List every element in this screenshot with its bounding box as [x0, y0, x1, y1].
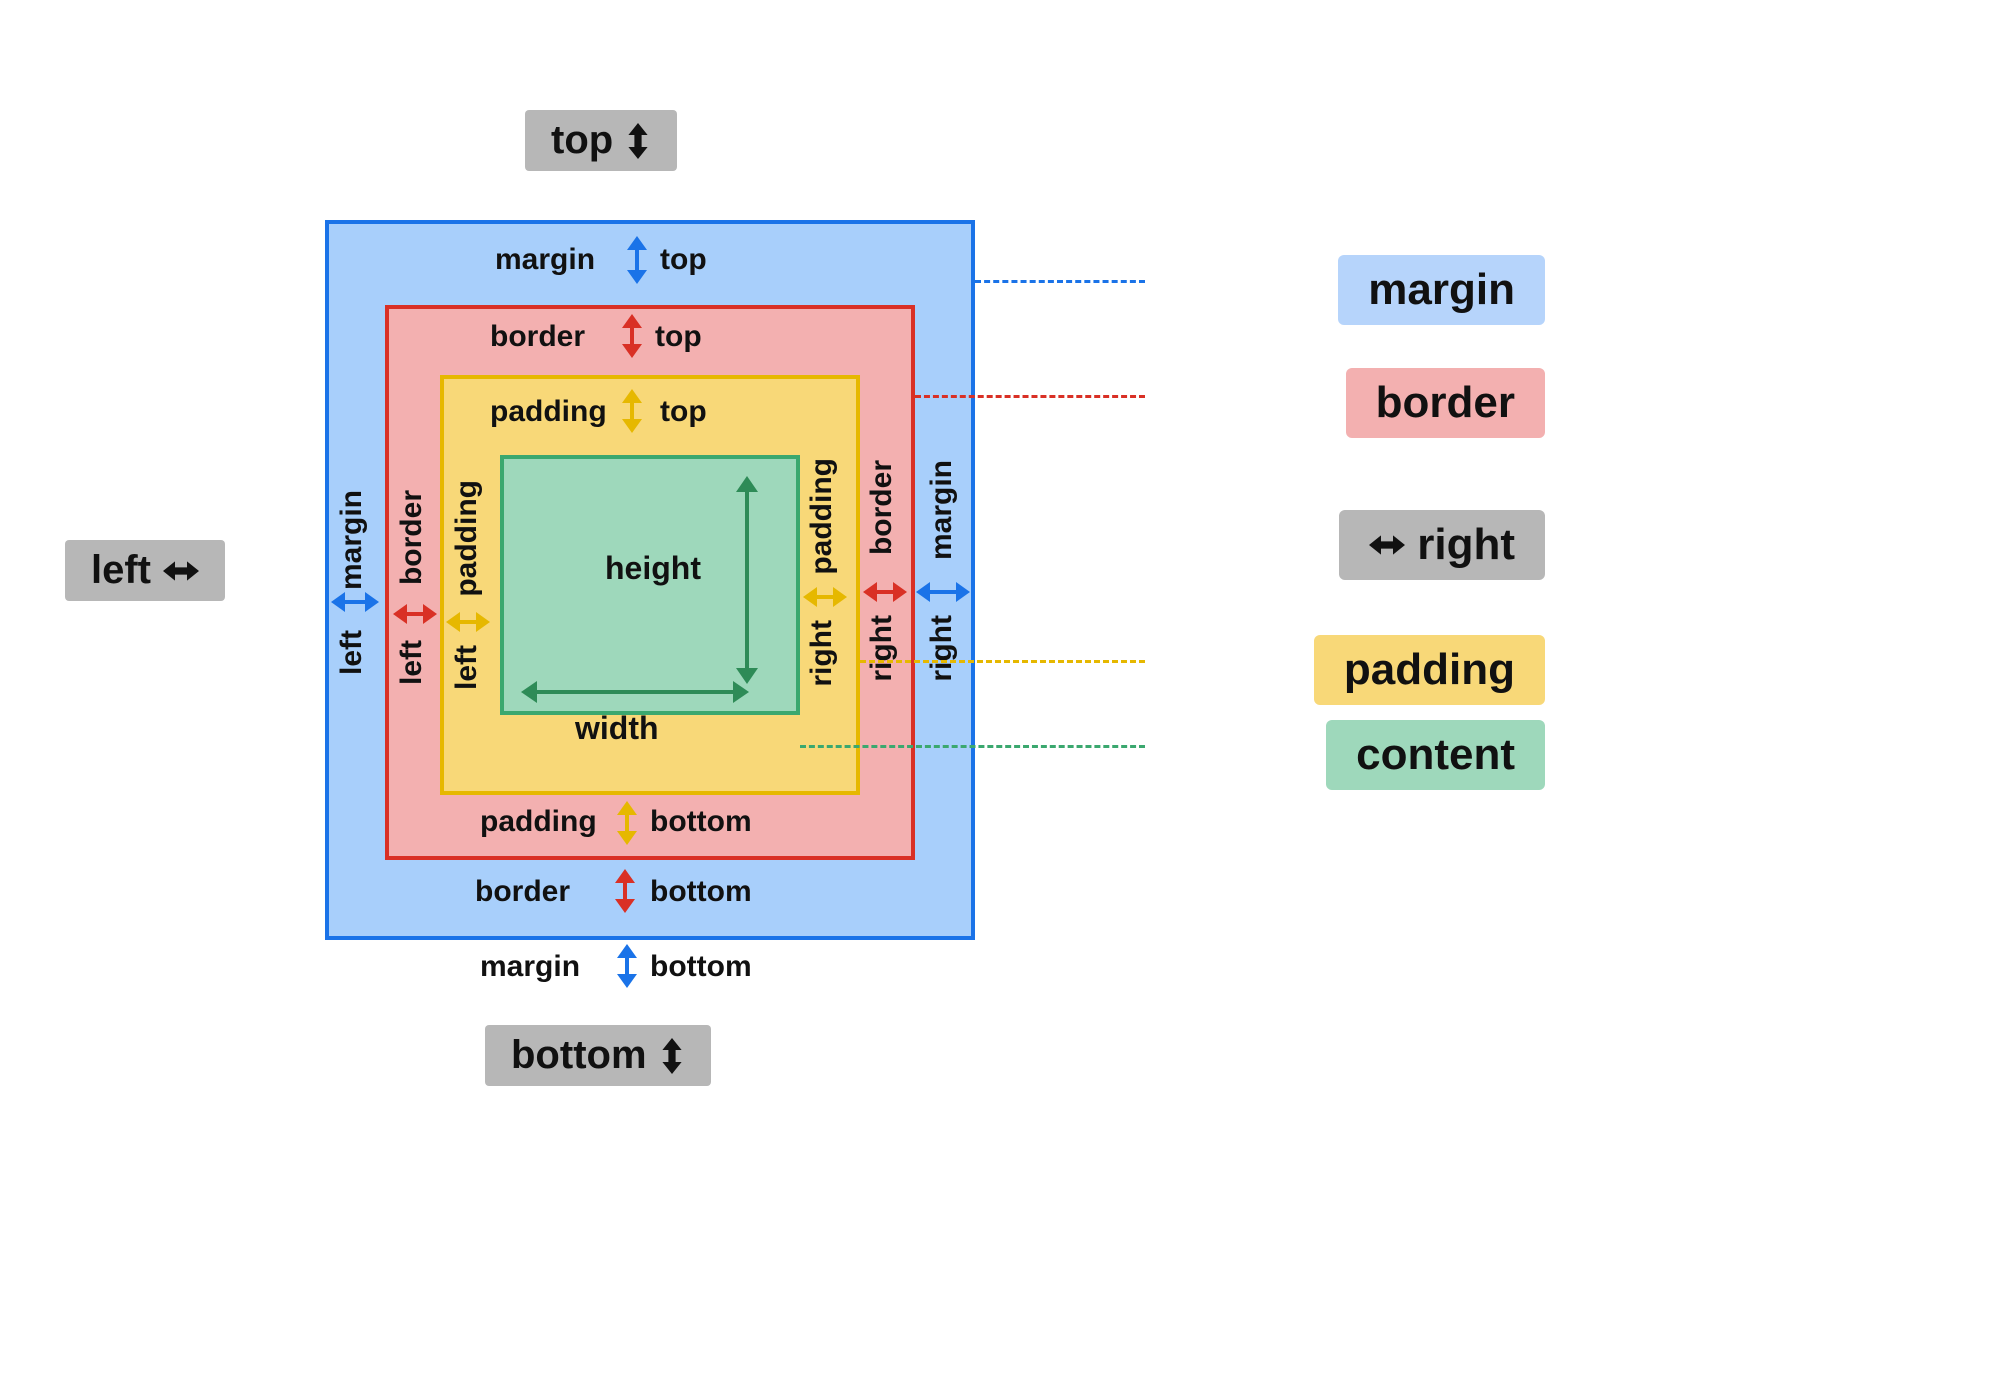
left-right-icon	[163, 558, 199, 584]
legend-content: content	[1326, 720, 1545, 790]
padding-bottom-label: padding	[480, 805, 597, 839]
margin-bottom-label: margin	[480, 950, 580, 984]
arrow-padding-right	[807, 595, 843, 599]
left-direction-text: left	[91, 548, 151, 593]
border-right-side: right	[865, 615, 899, 682]
margin-top-label: margin	[495, 243, 595, 277]
arrow-border-bottom	[623, 873, 627, 909]
legend-padding-text: padding	[1344, 645, 1515, 695]
border-left-side: left	[395, 640, 429, 685]
margin-top-side: top	[660, 243, 707, 277]
border-bottom-side: bottom	[650, 875, 752, 909]
content-height-arrow	[745, 480, 749, 680]
legend-border: border	[1346, 368, 1545, 438]
padding-bottom-side: bottom	[650, 805, 752, 839]
padding-right-side: right	[805, 620, 839, 687]
bottom-direction-text: bottom	[511, 1033, 647, 1078]
margin-right-side: right	[925, 615, 959, 682]
dash-margin	[975, 280, 1145, 283]
margin-bottom-side: bottom	[650, 950, 752, 984]
margin-right-label: margin	[925, 460, 959, 560]
padding-left-side: left	[450, 645, 484, 690]
arrow-padding-bottom	[625, 805, 629, 841]
legend-margin-text: margin	[1368, 265, 1515, 315]
left-right-icon	[1369, 532, 1405, 558]
legend-content-text: content	[1356, 730, 1515, 780]
dash-padding	[860, 660, 1145, 663]
legend-right-text: right	[1417, 520, 1515, 570]
padding-right-label: padding	[805, 458, 839, 575]
padding-left-label: padding	[450, 480, 484, 597]
arrow-margin-top	[635, 240, 639, 280]
content-width-label: width	[575, 710, 659, 747]
margin-left-label: margin	[335, 490, 369, 590]
padding-top-side: top	[660, 395, 707, 429]
legend-border-text: border	[1376, 378, 1515, 428]
bottom-direction-label: bottom	[485, 1025, 711, 1086]
border-right-label: border	[865, 460, 899, 555]
left-direction-label: left	[65, 540, 225, 601]
dash-content	[800, 745, 1145, 748]
arrow-padding-left	[450, 620, 486, 624]
legend-right: right	[1339, 510, 1545, 580]
arrow-border-left	[397, 612, 433, 616]
top-direction-text: top	[551, 118, 613, 163]
legend-margin: margin	[1338, 255, 1545, 325]
content-width-arrow	[525, 690, 745, 694]
border-top-label: border	[490, 320, 585, 354]
up-down-icon	[659, 1038, 685, 1074]
arrow-margin-right	[920, 590, 966, 594]
arrow-border-right	[867, 590, 903, 594]
arrow-border-top	[630, 318, 634, 354]
up-down-icon	[625, 123, 651, 159]
content-height-label: height	[605, 550, 701, 587]
arrow-margin-left	[335, 600, 375, 604]
legend-padding: padding	[1314, 635, 1545, 705]
border-left-label: border	[395, 490, 429, 585]
arrow-padding-top	[630, 393, 634, 429]
dash-border	[915, 395, 1145, 398]
box-model-diagram: top bottom left margin top border top pa…	[105, 60, 1425, 1170]
arrow-margin-bottom	[625, 948, 629, 984]
border-bottom-label: border	[475, 875, 570, 909]
margin-left-side: left	[335, 630, 369, 675]
border-top-side: top	[655, 320, 702, 354]
padding-top-label: padding	[490, 395, 607, 429]
top-direction-label: top	[525, 110, 677, 171]
